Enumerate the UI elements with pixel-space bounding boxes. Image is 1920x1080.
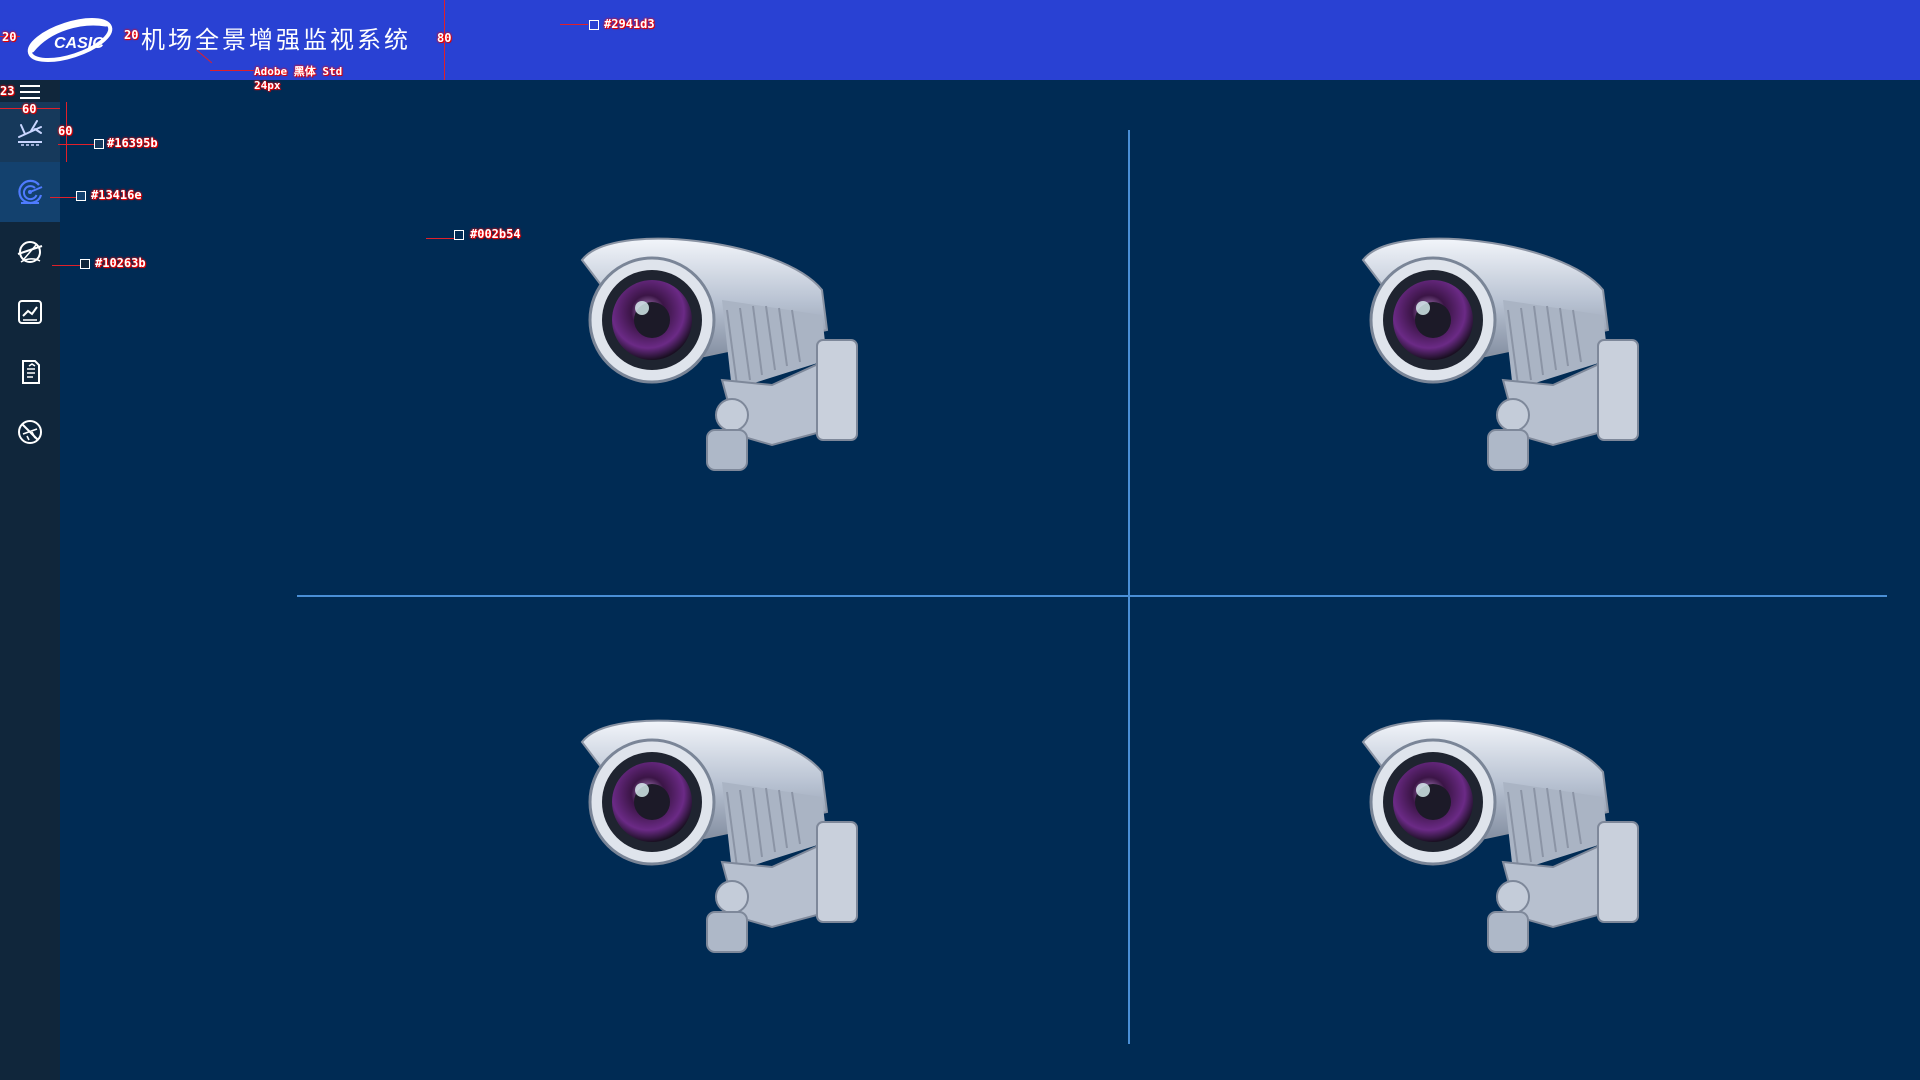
cctv-camera-icon	[1361, 237, 1639, 471]
annotation-font-name: Adobe 黑体 Std	[254, 65, 343, 78]
cctv-camera-icon	[580, 719, 858, 953]
casic-logo: CASIC	[20, 10, 120, 70]
annotation-toggle-offset: 23	[0, 84, 15, 98]
annotation-line	[52, 265, 82, 266]
annotation-item-height: 60	[58, 124, 73, 138]
cctv-camera-icon	[1361, 719, 1639, 953]
annotation-sidebar-color: #10263b	[95, 256, 146, 270]
annotation-sidebar-width: 60	[22, 102, 37, 116]
menu-icon[interactable]	[20, 83, 40, 101]
annotation-line	[426, 238, 456, 239]
grid-vertical-divider	[1128, 130, 1130, 1044]
annotation-swatch	[80, 259, 90, 269]
svg-text:CASIC: CASIC	[54, 35, 104, 52]
camera-2[interactable]	[1353, 220, 1653, 480]
annotation-swatch	[94, 139, 104, 149]
annotation-font-size: 24px	[254, 79, 281, 92]
sidebar-item-document[interactable]	[0, 342, 60, 402]
annotation-swatch	[589, 20, 599, 30]
annotation-hover-color: #16395b	[107, 136, 158, 150]
document-icon	[22, 360, 40, 384]
sidebar-item-chart[interactable]	[0, 282, 60, 342]
cctv-camera-icon	[580, 237, 858, 471]
camera-4[interactable]	[1353, 702, 1653, 962]
globe-plane-icon	[17, 241, 43, 263]
annotation-swatch	[76, 191, 86, 201]
annotation-content-color: #002b54	[470, 227, 521, 241]
grid-horizontal-divider	[297, 595, 1887, 597]
sidebar-item-globe[interactable]	[0, 222, 60, 282]
app-title: 机场全景增强监视系统	[141, 26, 411, 54]
annotation-line	[560, 24, 588, 25]
annotation-logo-gap: 20	[124, 28, 139, 42]
annotation-margin-left: 20	[2, 30, 17, 44]
disabled-plane-icon	[18, 420, 42, 444]
chart-icon	[18, 300, 42, 324]
sidebar-item-disabled[interactable]	[0, 402, 60, 462]
annotation-header-height: 80	[437, 31, 452, 45]
flight-icon	[18, 120, 42, 146]
camera-1[interactable]	[572, 220, 872, 480]
annotation-header-color: #2941d3	[604, 17, 655, 31]
sidebar-item-radar[interactable]	[0, 162, 60, 222]
annotation-line	[210, 70, 254, 71]
radar-icon	[18, 179, 43, 204]
annotation-line	[58, 144, 96, 145]
annotation-swatch	[454, 230, 464, 240]
camera-3[interactable]	[572, 702, 872, 962]
annotation-active-color: #13416e	[91, 188, 142, 202]
annotation-line	[50, 197, 78, 198]
